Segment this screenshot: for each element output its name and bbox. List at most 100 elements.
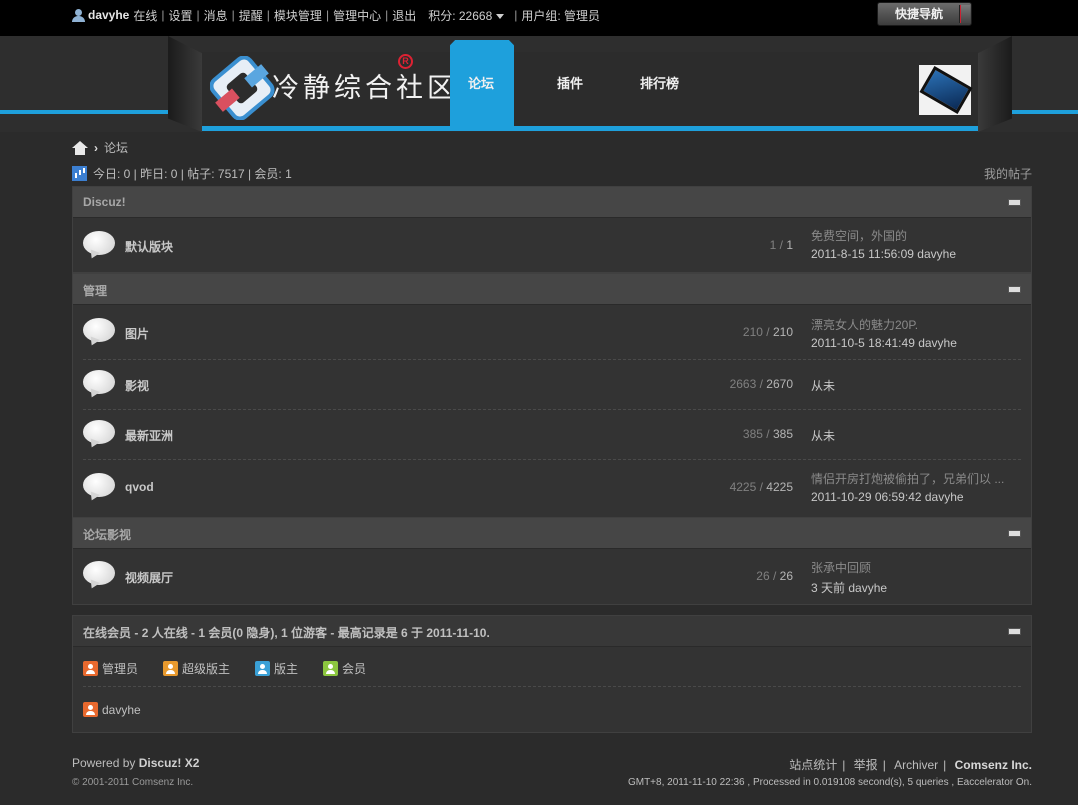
admin-center-link[interactable]: 管理中心 xyxy=(333,7,381,24)
last-post-title[interactable]: 张承中回顾 xyxy=(811,559,1021,576)
forum-name[interactable]: 图片 xyxy=(125,325,149,342)
separator: | xyxy=(325,8,330,22)
collapse-icon[interactable] xyxy=(1008,628,1021,635)
forum-bubble-icon xyxy=(83,561,115,589)
collapse-icon[interactable] xyxy=(1008,199,1021,206)
forum-row: 默认版块 1 / 1 免费空间，外国的 2011-8-15 11:56:09 d… xyxy=(73,218,1031,272)
my-threads-link[interactable]: 我的帖子 xyxy=(984,165,1032,182)
last-post-meta[interactable]: 2011-10-29 06:59:42 davyhe xyxy=(811,490,1021,504)
last-post: 漂亮女人的魅力20P. 2011-10-5 18:41:49 davyhe xyxy=(811,316,1021,350)
logout-link[interactable]: 退出 xyxy=(392,7,416,24)
forum-bubble-icon xyxy=(83,318,115,346)
last-post: 张承中回顾 3 天前 davyhe xyxy=(811,559,1021,596)
quick-nav-label: 快捷导航 xyxy=(895,7,944,21)
notifications-link[interactable]: 提醒 xyxy=(239,7,263,24)
forum-row: 最新亚洲 385 / 385 从未 xyxy=(73,409,1031,459)
header-bottom-stripe xyxy=(202,126,978,131)
nav-forum[interactable]: 论坛 xyxy=(468,73,494,92)
last-post-title[interactable]: 漂亮女人的魅力20P. xyxy=(811,316,1021,333)
header-left-stripe xyxy=(0,110,170,114)
stats-text: 今日: 0 | 昨日: 0 | 帖子: 7517 | 会员: 1 xyxy=(93,167,292,181)
forum-name[interactable]: 默认版块 xyxy=(125,238,173,255)
settings-link[interactable]: 设置 xyxy=(169,7,193,24)
last-post: 情侣开房打炮被偷拍了，兄弟们以 ... 2011-10-29 06:59:42 … xyxy=(811,470,1021,504)
category-header: Discuz! xyxy=(73,187,1031,218)
legend-super-moderator: 超级版主 xyxy=(163,660,230,677)
menu-grip-icon xyxy=(959,5,970,23)
online-user[interactable]: davyhe xyxy=(83,702,141,717)
category-title[interactable]: 管理 xyxy=(83,282,107,299)
moderator-user-icon xyxy=(255,661,271,676)
points-menu[interactable]: 积分: 22668 xyxy=(428,7,505,24)
category-title[interactable]: Discuz! xyxy=(83,195,126,209)
online-members-panel: 在线会员 - 2 人在线 - 1 会员(0 隐身), 1 位游客 - 最高记录是… xyxy=(72,615,1032,733)
nav-rankings[interactable]: 排行榜 xyxy=(640,73,679,92)
forum-category: 论坛影视 视频展厅 26 / 26 张承中回顾 3 天前 davyhe xyxy=(72,517,1032,605)
separator: | xyxy=(385,8,389,22)
site-logo-text[interactable]: 冷静综合社区 xyxy=(272,66,458,105)
stats-chart-icon xyxy=(72,166,87,181)
product-link[interactable]: Discuz! X2 xyxy=(139,756,200,770)
copyright: © 2001-2011 Comsenz Inc. xyxy=(72,777,194,788)
last-post-meta[interactable]: 3 天前 davyhe xyxy=(811,579,1021,596)
breadcrumb: › 论坛 xyxy=(72,139,128,156)
report-link[interactable]: 举报 xyxy=(854,758,878,772)
processed-info: GMT+8, 2011-11-10 22:36 , Processed in 0… xyxy=(627,777,1032,788)
separator: | xyxy=(266,8,270,22)
separator: | xyxy=(196,8,200,22)
company-link[interactable]: Comsenz Inc. xyxy=(955,758,1032,772)
chevron-down-icon xyxy=(496,13,505,19)
forum-name[interactable]: 最新亚洲 xyxy=(125,427,173,444)
last-post-never: 从未 xyxy=(811,429,836,443)
collapse-icon[interactable] xyxy=(1008,530,1021,537)
forum-name[interactable]: 影视 xyxy=(125,377,149,394)
nav-plugins[interactable]: 插件 xyxy=(557,73,583,92)
forum-category: Discuz! 默认版块 1 / 1 免费空间，外国的 2011-8-15 11… xyxy=(72,186,1032,273)
last-post-never: 从未 xyxy=(811,379,836,393)
last-post: 免费空间，外国的 2011-8-15 11:56:09 davyhe xyxy=(811,227,1021,261)
last-post-meta[interactable]: 2011-10-5 18:41:49 davyhe xyxy=(811,336,1021,350)
forum-counts: 1 / 1 xyxy=(769,238,793,252)
online-label[interactable]: 在线会员 xyxy=(83,626,131,640)
forum-name[interactable]: 视频展厅 xyxy=(125,569,173,586)
forum-counts: 2663 / 2670 xyxy=(729,377,793,391)
user-icon xyxy=(72,8,85,22)
user-links: davyhe 在线 | 设置 | 消息 | 提醒 | 模块管理 | 管理中心 |… xyxy=(72,7,600,23)
powered-by: Powered by Discuz! X2 xyxy=(72,756,200,770)
home-icon[interactable] xyxy=(72,140,88,155)
forum-row: 视频展厅 26 / 26 张承中回顾 3 天前 davyhe xyxy=(73,549,1031,605)
site-stats-link[interactable]: 站点统计 xyxy=(789,758,837,772)
forum-category: 管理 图片 210 / 210 漂亮女人的魅力20P. 2011-10-5 18… xyxy=(72,273,1032,518)
header-right-stripe xyxy=(1010,110,1078,114)
online-status: 在线 xyxy=(133,8,158,23)
member-legend: 管理员 超级版主 版主 会员 xyxy=(83,660,391,677)
online-summary: - 2 人在线 - 1 会员(0 隐身), 1 位游客 - 最高记录是 6 于 … xyxy=(134,626,490,640)
online-username[interactable]: davyhe xyxy=(102,703,141,717)
forum-counts: 210 / 210 xyxy=(742,325,793,339)
breadcrumb-current[interactable]: 论坛 xyxy=(104,139,128,156)
top-bar: davyhe 在线 | 设置 | 消息 | 提醒 | 模块管理 | 管理中心 |… xyxy=(0,0,1078,36)
collapse-icon[interactable] xyxy=(1008,286,1021,293)
forum-stats: 今日: 0 | 昨日: 0 | 帖子: 7517 | 会员: 1 xyxy=(72,165,292,182)
usergroup-link[interactable]: 用户组: 管理员 xyxy=(521,7,600,24)
messages-link[interactable]: 消息 xyxy=(204,7,228,24)
last-post-title[interactable]: 情侣开房打炮被偷拍了，兄弟们以 ... xyxy=(811,470,1021,487)
separator: | xyxy=(514,8,518,22)
forum-bubble-icon xyxy=(83,231,115,259)
admin-user-icon xyxy=(83,661,98,676)
forum-counts: 385 / 385 xyxy=(742,427,793,441)
forum-name[interactable]: qvod xyxy=(125,480,154,494)
super-moderator-user-icon xyxy=(163,661,179,676)
separator: | xyxy=(161,8,165,22)
last-post-title[interactable]: 免费空间，外国的 xyxy=(811,227,1021,244)
last-post: 从未 xyxy=(811,377,1021,394)
module-admin-link[interactable]: 模块管理 xyxy=(274,7,322,24)
category-title[interactable]: 论坛影视 xyxy=(83,526,131,543)
quick-nav-button[interactable]: 快捷导航 xyxy=(877,2,972,26)
archiver-link[interactable]: Archiver xyxy=(894,758,938,772)
online-header: 在线会员 - 2 人在线 - 1 会员(0 隐身), 1 位游客 - 最高记录是… xyxy=(73,616,1031,647)
forum-row: 图片 210 / 210 漂亮女人的魅力20P. 2011-10-5 18:41… xyxy=(73,305,1031,359)
username-link[interactable]: davyhe xyxy=(88,8,129,22)
points-label: 积分: 22668 xyxy=(428,8,493,23)
last-post-meta[interactable]: 2011-8-15 11:56:09 davyhe xyxy=(811,247,1021,261)
